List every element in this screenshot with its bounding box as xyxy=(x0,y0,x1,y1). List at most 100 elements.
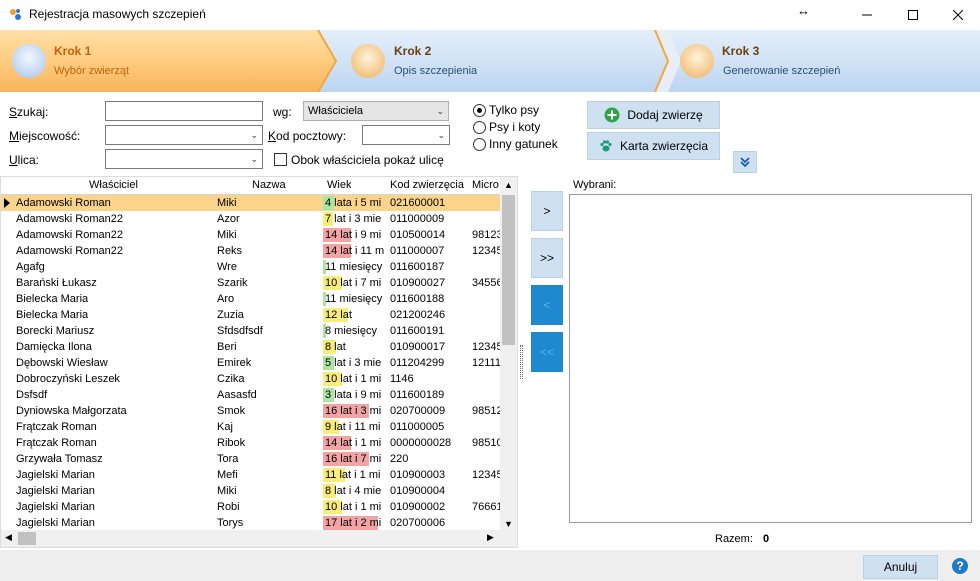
minimize-icon xyxy=(862,14,872,16)
add-animal-button[interactable]: Dodaj zwierzę xyxy=(587,101,720,129)
cell-owner: Frątczak Roman xyxy=(16,421,97,433)
maximize-button[interactable] xyxy=(890,0,936,30)
table-row[interactable]: Adamowski Roman Miki 4 lata i 5 mi 02160000… xyxy=(1,195,501,211)
cell-animal-code: 010500014 xyxy=(390,229,446,241)
table-row[interactable]: Dobroczyński Leszek Czika 10 lat i 1 mi 114… xyxy=(1,371,501,387)
selected-list[interactable] xyxy=(569,194,972,523)
animals-grid[interactable]: Właściciel Nazwa Wiek Kod zwierzęcia Mic… xyxy=(0,176,518,548)
step-2-title: Krok 2 xyxy=(394,44,432,58)
grid-vertical-scrollbar[interactable]: ▲ ▼ xyxy=(500,177,517,531)
postal-code-select[interactable]: ⌄ xyxy=(362,125,450,145)
column-micro[interactable]: Micro xyxy=(472,179,500,191)
close-button[interactable] xyxy=(935,0,980,30)
scroll-left-icon[interactable]: ◀ xyxy=(5,532,12,543)
cell-micro xyxy=(472,371,501,387)
vertical-scroll-thumb[interactable] xyxy=(502,195,515,345)
table-row[interactable]: Jagielski Marian Mefi 11 lat i 1 mi 0109000… xyxy=(1,467,501,483)
cell-age: 8 lat i 4 mie xyxy=(323,483,385,499)
table-row[interactable]: Adamowski Roman22 Azor 7 lat i 3 mie 011000… xyxy=(1,211,501,227)
age-text: 5 lat i 3 mie xyxy=(325,357,382,369)
cell-micro xyxy=(472,483,501,499)
cell-micro xyxy=(472,307,501,323)
search-input[interactable] xyxy=(105,101,263,121)
table-row[interactable]: Adamowski Roman22 Miki 14 lat i 9 mi 010500… xyxy=(1,227,501,243)
cancel-button[interactable]: Anuluj xyxy=(863,555,938,579)
city-select[interactable]: ⌄ xyxy=(105,125,263,145)
double-chevron-down-icon xyxy=(740,157,750,167)
grid-horizontal-scrollbar[interactable]: ◀ ▶ xyxy=(1,530,517,547)
cell-animal-code: 010900017 xyxy=(390,341,446,353)
cell-age: 10 lat i 1 mi xyxy=(323,499,385,515)
move-selected-left-button[interactable]: < xyxy=(531,285,563,325)
cell-name: Mefi xyxy=(217,469,238,481)
table-row[interactable]: Dębowski Wiesław Emirek 5 lat i 3 mie 01120… xyxy=(1,355,501,371)
table-row[interactable]: Bielecka Maria Zuzia 12 lat 021200246 xyxy=(1,307,501,323)
column-age[interactable]: Wiek xyxy=(327,179,351,191)
cell-micro xyxy=(472,195,501,211)
move-all-right-button[interactable]: >> xyxy=(531,238,563,278)
cell-owner: Dsfsdf xyxy=(16,389,48,401)
table-row[interactable]: Borecki Mariusz Sfdsdfsdf 8 miesięcy 011600… xyxy=(1,323,501,339)
table-row[interactable]: Adamowski Roman22 Reks 14 lat i 11 m 011000… xyxy=(1,243,501,259)
search-label: Szukaj: xyxy=(9,105,49,119)
age-text: 10 lat i 7 mi xyxy=(325,277,382,289)
cell-micro: 98123 xyxy=(472,229,501,241)
radio-dogs-and-cats[interactable] xyxy=(473,121,486,134)
radio-only-dogs-label: Tylko psy xyxy=(489,103,540,117)
minimize-button[interactable] xyxy=(844,0,890,30)
expand-filters-button[interactable] xyxy=(733,151,757,173)
age-text: 9 lat i 11 mi xyxy=(325,421,381,433)
cell-owner: Jagielski Marian xyxy=(16,469,95,481)
cell-micro xyxy=(472,291,501,307)
scroll-up-icon[interactable]: ▲ xyxy=(504,180,513,190)
splitter-grip[interactable] xyxy=(520,345,523,379)
table-row[interactable]: Barański Łukasz Szarik 10 lat i 7 mi 010900… xyxy=(1,275,501,291)
column-name[interactable]: Nazwa xyxy=(252,179,286,191)
help-icon[interactable]: ? xyxy=(952,558,968,574)
street-select[interactable]: ⌄ xyxy=(105,149,263,169)
cell-animal-code: 011600191 xyxy=(390,325,445,337)
age-text: 16 lat i 3 mi xyxy=(325,405,382,417)
cell-name: Wre xyxy=(217,261,237,273)
cell-owner: Bielecka Maria xyxy=(16,309,89,321)
table-row[interactable]: Bielecka Maria Aro 11 miesięcy 011600188 xyxy=(1,291,501,307)
move-all-left-button[interactable]: << xyxy=(531,332,563,372)
cell-name: Azor xyxy=(217,213,240,225)
cell-animal-code: 0000000028 xyxy=(390,437,452,449)
table-row[interactable]: Dyniowska Małgorzata Smok 16 lat i 3 mi 020… xyxy=(1,403,501,419)
column-owner[interactable]: Właściciel xyxy=(89,179,138,191)
table-row[interactable]: Agafg Wre 11 miesięcy 011600187 xyxy=(1,259,501,275)
table-row[interactable]: Dsfsdf Aasasfd 3 lata i 9 mi 011600189 xyxy=(1,387,501,403)
age-text: 11 miesięcy xyxy=(325,293,383,305)
total-label: Razem: xyxy=(715,533,753,545)
cell-age: 14 lat i 1 mi xyxy=(323,435,385,451)
step-3-subtitle: Generowanie szczepień xyxy=(723,65,841,77)
cell-age: 11 miesięcy xyxy=(323,259,385,275)
cell-micro: 98512 xyxy=(472,405,501,417)
selected-label: Wybrani: xyxy=(573,179,617,191)
move-left-label: < xyxy=(543,298,551,312)
cell-age: 16 lat i 7 mi xyxy=(323,451,385,467)
table-row[interactable]: Grzywała Tomasz Tora 16 lat i 7 mi 220 xyxy=(1,451,501,467)
radio-only-dogs[interactable] xyxy=(473,104,486,117)
age-text: 11 lat i 1 mi xyxy=(325,469,381,481)
show-street-label: Obok właściciela pokaż ulicę xyxy=(291,153,444,167)
scroll-down-icon[interactable]: ▼ xyxy=(504,519,513,529)
table-row[interactable]: Jagielski Marian Miki 8 lat i 4 mie 0109000… xyxy=(1,483,501,499)
radio-other-species[interactable] xyxy=(473,138,486,151)
table-row[interactable]: Damięcka Ilona Beri 8 lat 010900017 12345 xyxy=(1,339,501,355)
cell-micro: 12345 xyxy=(472,469,501,481)
cell-animal-code: 011000005 xyxy=(390,421,445,433)
table-row[interactable]: Frątczak Roman Kaj 9 lat i 11 mi 011000005 xyxy=(1,419,501,435)
search-by-select[interactable]: Właściciela ⌄ xyxy=(303,101,449,121)
column-animal-code[interactable]: Kod zwierzęcia xyxy=(390,179,464,191)
table-row[interactable]: Jagielski Marian Torys 17 lat i 2 mi 020700… xyxy=(1,515,501,531)
table-row[interactable]: Frątczak Roman Ribok 14 lat i 1 mi 00000000… xyxy=(1,435,501,451)
close-icon xyxy=(953,10,963,20)
show-street-checkbox[interactable] xyxy=(274,153,287,166)
table-row[interactable]: Jagielski Marian Robi 10 lat i 1 mi 0109000… xyxy=(1,499,501,515)
move-selected-right-button[interactable]: > xyxy=(531,191,563,231)
scroll-right-icon[interactable]: ▶ xyxy=(487,532,494,543)
animal-card-button[interactable]: Karta zwierzęcia xyxy=(587,132,720,160)
horizontal-scroll-thumb[interactable] xyxy=(18,532,36,545)
